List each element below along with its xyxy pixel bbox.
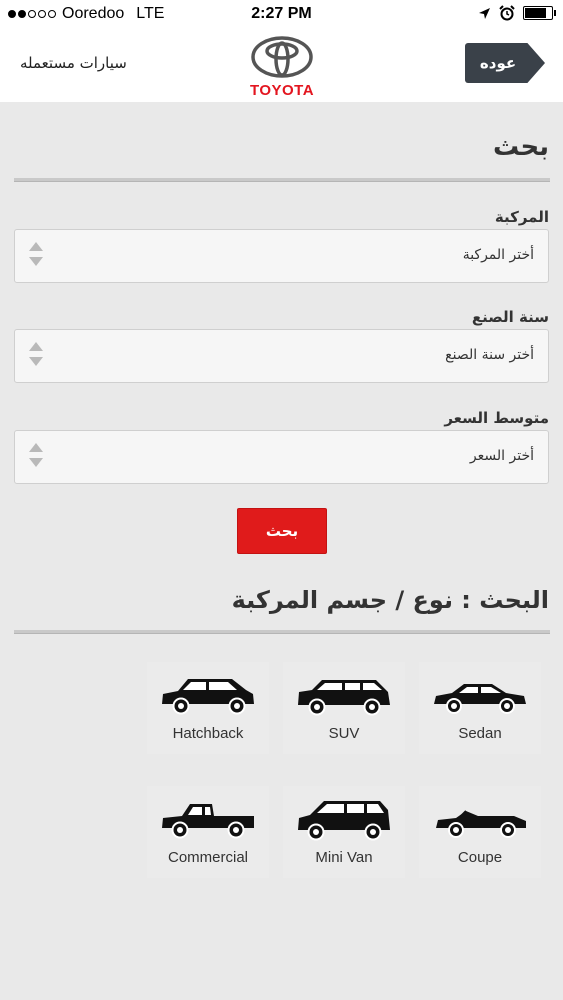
body-type-minivan[interactable]: Mini Van	[283, 786, 405, 878]
year-label: سنة الصنع	[471, 308, 549, 326]
tile-label: Sedan	[458, 725, 502, 742]
price-select-value: أختر السعر	[469, 448, 534, 464]
vehicle-select[interactable]: أختر المركبة	[14, 229, 549, 283]
year-select[interactable]: أختر سنة الصنع	[14, 329, 549, 383]
price-select[interactable]: أختر السعر	[14, 430, 549, 484]
commercial-icon	[162, 804, 254, 839]
spinner-arrows-icon	[29, 242, 43, 272]
tile-label: Mini Van	[315, 849, 373, 866]
body-type-title: البحث : نوع / جسم المركبة	[231, 586, 549, 614]
tile-label: Coupe	[457, 849, 503, 866]
body-type-sedan[interactable]: Sedan	[419, 662, 541, 754]
spinner-arrows-icon	[29, 443, 43, 473]
search-title: بحث	[492, 132, 549, 162]
spinner-arrows-icon	[29, 342, 43, 372]
body-type-suv[interactable]: SUV	[283, 662, 405, 754]
coupe-icon	[436, 810, 526, 838]
body-type-divider	[14, 630, 550, 634]
back-button[interactable]: عوده	[465, 43, 545, 83]
tile-label: Hatchback	[172, 725, 244, 742]
body-type-commercial[interactable]: Commercial	[147, 786, 269, 878]
minivan-icon	[298, 801, 390, 841]
battery-fill	[525, 8, 546, 18]
status-bar: Ooredoo LTE 2:27 PM	[0, 0, 563, 30]
status-right	[478, 5, 556, 21]
vehicle-label: المركبة	[494, 208, 549, 226]
body-type-coupe[interactable]: Coupe	[419, 786, 541, 878]
year-select-value: أختر سنة الصنع	[445, 347, 534, 363]
app-header: سيارات مستعمله TOYOTA عوده	[0, 30, 563, 102]
tile-label: Commercial	[167, 849, 248, 866]
search-button[interactable]: بحث	[237, 508, 327, 554]
vehicle-select-value: أختر المركبة	[462, 247, 534, 263]
sedan-icon	[434, 684, 526, 714]
logo-text: TOYOTA	[249, 82, 315, 99]
toyota-logo: TOYOTA	[243, 36, 321, 99]
toyota-emblem-icon	[251, 36, 313, 78]
header-title: سيارات مستعمله	[20, 54, 127, 72]
location-arrow-icon	[479, 7, 490, 19]
suv-icon	[298, 680, 390, 716]
tile-label: SUV	[328, 725, 360, 742]
price-label: متوسط السعر	[444, 409, 549, 427]
search-divider	[14, 178, 550, 182]
alarm-clock-icon	[499, 5, 515, 21]
battery-icon	[523, 6, 556, 20]
body-type-hatchback[interactable]: Hatchback	[147, 662, 269, 754]
hatchback-icon	[162, 679, 254, 715]
